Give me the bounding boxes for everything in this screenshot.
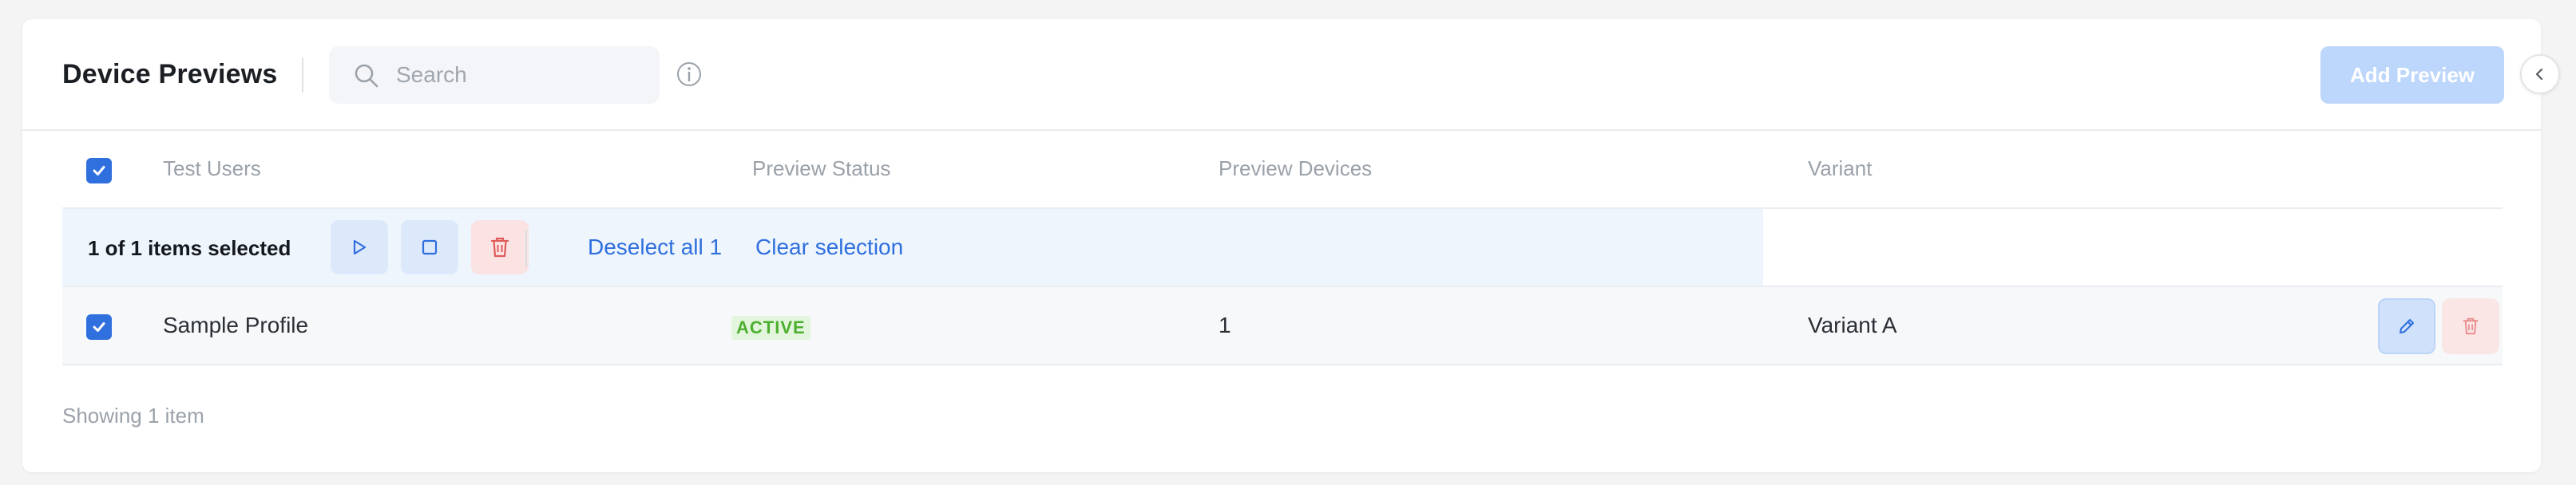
device-previews-card: Device Previews Add Preview Test Users P: [22, 19, 2541, 472]
add-preview-button[interactable]: Add Preview: [2320, 46, 2504, 104]
stop-icon: [422, 239, 438, 255]
column-header-preview-devices[interactable]: Preview Devices: [1219, 156, 1372, 181]
chevron-left-icon: [2535, 68, 2543, 81]
pencil-icon: [2400, 319, 2414, 333]
selection-count: 1 of 1 items selected: [88, 236, 291, 260]
cell-preview-devices: 1: [1219, 313, 1231, 337]
search-input[interactable]: [396, 57, 644, 93]
trash-icon: [490, 237, 509, 258]
edit-row-button[interactable]: [2378, 298, 2435, 354]
header-divider: [302, 57, 303, 93]
delete-row-button[interactable]: [2442, 298, 2499, 354]
check-icon: [93, 322, 105, 332]
delete-selected-button[interactable]: [471, 220, 529, 274]
row-checkbox[interactable]: [86, 314, 112, 340]
items-count-footer: Showing 1 item: [62, 404, 204, 428]
info-icon[interactable]: [676, 61, 703, 88]
stop-preview-button[interactable]: [401, 220, 458, 274]
selection-divider: [525, 230, 527, 266]
page-title: Device Previews: [62, 59, 278, 89]
table-header-row: Test Users Preview Status Preview Device…: [62, 131, 2503, 209]
deselect-all-link[interactable]: Deselect all 1: [588, 235, 722, 260]
selection-bar: 1 of 1 items selected Deselect all 1 Cle…: [62, 209, 2503, 287]
collapse-panel-button[interactable]: [2520, 54, 2560, 94]
search-box[interactable]: [329, 46, 660, 104]
column-header-test-users[interactable]: Test Users: [163, 156, 261, 181]
play-icon: [353, 239, 367, 255]
cell-variant: Variant A: [1808, 313, 1897, 337]
cell-test-user: Sample Profile: [163, 313, 309, 337]
start-preview-button[interactable]: [331, 220, 388, 274]
select-all-checkbox[interactable]: [86, 158, 112, 183]
column-header-preview-status[interactable]: Preview Status: [752, 156, 890, 181]
page-header: Device Previews Add Preview: [22, 19, 2541, 131]
clear-selection-link[interactable]: Clear selection: [755, 235, 903, 260]
selection-bar-background: [62, 209, 1763, 286]
table-row[interactable]: Sample Profile ACTIVE 1 Variant A: [62, 287, 2503, 365]
column-header-variant[interactable]: Variant: [1808, 156, 1872, 181]
search-icon: [355, 64, 378, 88]
trash-icon: [2463, 317, 2479, 335]
check-icon: [93, 166, 105, 175]
status-badge: ACTIVE: [731, 316, 810, 340]
